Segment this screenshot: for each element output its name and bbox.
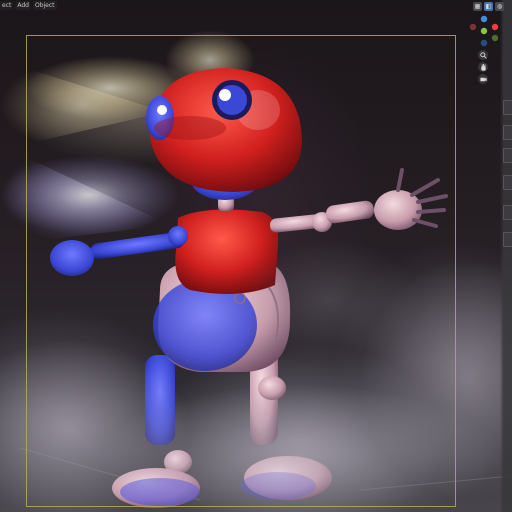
sidebar-tab-item[interactable]: [503, 100, 512, 115]
3d-viewport[interactable]: ect Add Object ▦ ◧ ◍: [0, 0, 512, 512]
sidebar-tab-tool[interactable]: [503, 125, 512, 140]
neg-z-axis-icon: [480, 39, 488, 47]
neg-x-axis-icon: [469, 23, 477, 31]
neg-y-axis-icon: [491, 34, 499, 42]
zoom-icon[interactable]: [478, 50, 488, 60]
sidebar-tab-view[interactable]: [503, 148, 512, 163]
overlay-toggle-icon[interactable]: ◍: [495, 2, 504, 11]
axis-orientation-gizmo[interactable]: [468, 14, 500, 48]
menu-add[interactable]: Add: [15, 1, 31, 10]
x-axis-icon: [491, 23, 499, 31]
sidebar-tab-misc[interactable]: [503, 205, 512, 220]
rendered-scene: [0, 30, 512, 512]
robot-right-arm: [270, 168, 448, 233]
sidebar-tab-scroll[interactable]: [503, 232, 512, 247]
menu-object[interactable]: Object: [32, 1, 57, 10]
hand-pan-icon[interactable]: [478, 62, 488, 72]
viewport-header: ect Add Object: [0, 0, 512, 11]
camera-view-icon[interactable]: [478, 74, 488, 84]
menu-select[interactable]: ect: [0, 1, 14, 10]
z-axis-icon: [480, 15, 488, 23]
y-axis-icon: [480, 27, 488, 35]
sidebar-tab-extra[interactable]: [503, 175, 512, 190]
view-mode-icon[interactable]: ▦: [473, 2, 482, 11]
shading-toggle-icon[interactable]: ◧: [484, 2, 493, 11]
navigation-gizmo-area: ▦ ◧ ◍: [466, 0, 506, 90]
